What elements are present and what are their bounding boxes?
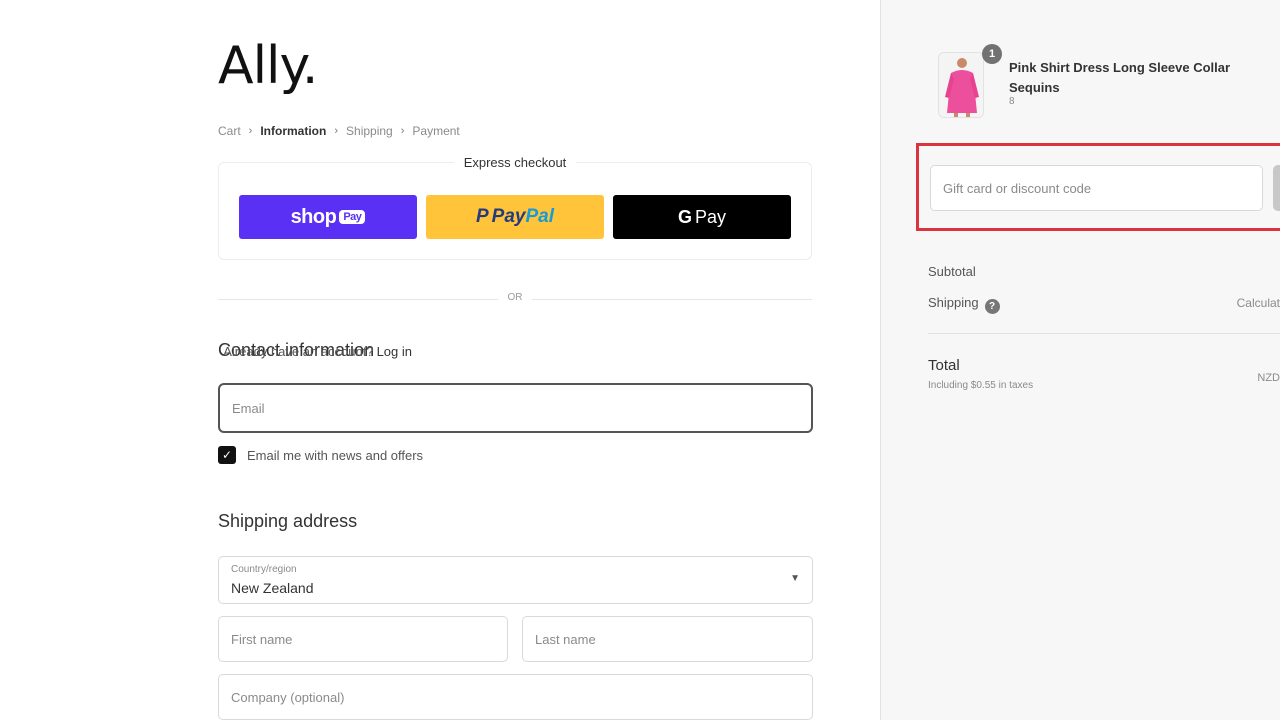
email-input[interactable] [220, 385, 811, 431]
last-name-field[interactable] [522, 616, 813, 662]
summary-divider [928, 333, 1280, 334]
tax-note: Including $0.55 in taxes [928, 380, 1034, 391]
discount-highlight [916, 143, 1280, 231]
quantity-badge: 1 [982, 44, 1002, 64]
product-image [938, 52, 984, 118]
store-logo[interactable]: Ally. [218, 36, 318, 96]
login-link[interactable]: Log in [377, 344, 412, 359]
company-field[interactable] [218, 674, 813, 720]
breadcrumb-separator: › [400, 125, 405, 137]
help-icon[interactable]: ? [984, 299, 1000, 314]
shop-pay-pill: Pay [339, 210, 366, 224]
country-select[interactable]: Country/region New Zealand ▼ [218, 556, 813, 604]
express-checkout-title: Express checkout [453, 155, 577, 170]
newsletter-checkbox[interactable]: ✓ [218, 446, 236, 464]
shipping-row: Shipping? [928, 295, 1000, 314]
breadcrumb-cart[interactable]: Cart [218, 124, 241, 138]
breadcrumb-information: Information [260, 124, 327, 138]
chevron-down-icon: ▼ [790, 573, 800, 584]
discount-field[interactable] [930, 165, 1263, 211]
subtotal-label: Subtotal [928, 264, 976, 279]
shipping-label: Shipping [928, 295, 979, 310]
or-divider: OR [218, 292, 812, 306]
shop-pay-button[interactable]: shop Pay [239, 195, 417, 239]
product-name: Pink Shirt Dress Long Sleeve Collar Sequ… [1009, 60, 1231, 95]
country-value: New Zealand [231, 580, 314, 596]
breadcrumb-separator: › [248, 125, 253, 137]
first-name-input[interactable] [219, 617, 507, 661]
product-variant: 8 [1009, 96, 1015, 107]
company-input[interactable] [219, 675, 812, 719]
breadcrumb-payment: Payment [412, 124, 460, 138]
total-label: Total [928, 357, 960, 374]
country-label: Country/region [231, 564, 297, 575]
or-text: OR [507, 292, 523, 303]
paypal-label-pal: Pal [525, 206, 555, 227]
dress-image-icon [939, 53, 983, 117]
order-summary: 1 Pink Shirt Dress Long Sleeve Collar Se… [880, 0, 1280, 720]
shipping-value: Calculat [1236, 296, 1280, 310]
newsletter-option[interactable]: ✓ Email me with news and offers [218, 446, 423, 464]
shipping-address-heading: Shipping address [218, 511, 358, 531]
email-field[interactable] [218, 383, 813, 433]
paypal-button[interactable]: P Pay Pal [426, 195, 604, 239]
apply-discount-button[interactable] [1273, 165, 1280, 211]
discount-input[interactable] [931, 166, 1262, 210]
last-name-input[interactable] [523, 617, 812, 661]
breadcrumb-shipping: Shipping [346, 124, 393, 138]
account-prompt-text: Already have an account? [223, 344, 374, 359]
login-prompt: Already have an account? Log in [223, 344, 412, 359]
total-currency: NZD [1257, 372, 1280, 384]
paypal-icon: P [475, 206, 489, 227]
paypal-label-pay: Pay [491, 206, 526, 227]
express-checkout-panel: Express checkout shop Pay P Pay Pal G Pay [218, 155, 812, 260]
breadcrumb-separator: › [334, 125, 339, 137]
breadcrumb: Cart › Information › Shipping › Payment [218, 124, 460, 138]
newsletter-label: Email me with news and offers [247, 447, 424, 463]
google-icon: G [677, 206, 692, 227]
first-name-field[interactable] [218, 616, 508, 662]
google-pay-label: Pay [694, 206, 727, 227]
google-pay-button[interactable]: G Pay [613, 195, 791, 239]
checkout-main: Ally. Cart › Information › Shipping › Pa… [0, 0, 880, 720]
shop-pay-label: shop [290, 205, 337, 228]
